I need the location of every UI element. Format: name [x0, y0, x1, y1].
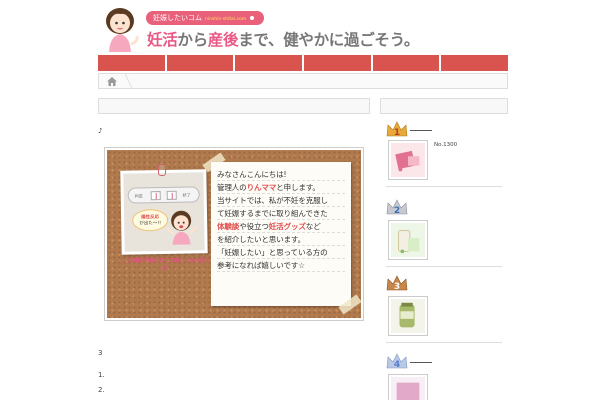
section-number: 3	[98, 349, 103, 357]
stick-label-right: 終了	[182, 192, 191, 198]
mascot-logo-icon[interactable]	[98, 4, 144, 54]
crown-rank-3-icon: 3	[386, 275, 408, 292]
list-item: 2.	[98, 386, 105, 394]
greeting-line: て妊娠するまでに取り組んできた	[217, 207, 345, 220]
tagline-part-1: 妊活	[147, 31, 178, 49]
photo-caption: この結果が出るまでの道のりが大変でした…	[121, 258, 211, 271]
greeting-line: 体験談や役立つ妊活グッズなど	[217, 220, 345, 233]
stick-label-left: 判定	[134, 193, 143, 199]
svg-text:2: 2	[394, 206, 400, 216]
pregnancy-test-stick-icon: 判定 終了	[127, 186, 200, 204]
crown-rank-1-icon: 1	[386, 121, 408, 138]
rank-title-line	[410, 362, 432, 363]
sidebar-divider	[386, 342, 502, 343]
crown-rank-2-icon: 2	[386, 199, 408, 216]
greeting-line: 当サイトでは、私が不妊を克服し	[217, 194, 345, 207]
greeting-line: 「妊娠したい」と思っている方の	[217, 246, 345, 259]
home-icon[interactable]	[107, 77, 117, 86]
svg-text:3: 3	[394, 282, 400, 292]
sidebar-divider	[386, 186, 502, 187]
bubble-line-1: 陽性反応	[141, 215, 160, 221]
tagline-part-4: まで、健やかに過ごそう。	[238, 31, 420, 49]
nav-tab-3[interactable]	[235, 55, 305, 71]
product-thumbnail[interactable]	[388, 140, 428, 180]
nav-tab-4[interactable]	[304, 55, 373, 71]
nav-tab-2[interactable]	[166, 55, 236, 71]
product-thumbnail[interactable]	[388, 296, 428, 336]
svg-text:4: 4	[394, 360, 400, 370]
badge-dot-icon	[250, 16, 255, 20]
note-mark: ♪	[98, 127, 103, 135]
post-title-bar	[98, 98, 370, 114]
crown-rank-4-icon: 4	[386, 353, 408, 370]
main-nav	[98, 55, 509, 71]
site-tagline: 妊活から産後まで、健やかに過ごそう。	[147, 28, 419, 50]
greeting-note: みなさんこんにちは! 管理人のりんママと申します。 当サイトでは、私が不妊を克服…	[211, 162, 351, 306]
mascot-cheering-icon	[166, 210, 198, 245]
breadcrumb	[98, 73, 508, 89]
rank-title-line	[410, 130, 432, 131]
pregnancy-test-photo: 判定 終了 陽性反応 が出た〜!!	[120, 169, 208, 255]
svg-text:1: 1	[394, 128, 400, 138]
hero-image: 判定 終了 陽性反応 が出た〜!! この結果が出るまでの道のりが大変でした… み…	[104, 147, 364, 321]
product-thumbnail[interactable]	[388, 374, 428, 400]
nav-tab-5[interactable]	[372, 55, 442, 71]
product-thumbnail[interactable]	[388, 220, 428, 260]
nav-tab-1[interactable]	[98, 55, 167, 71]
nav-tab-6[interactable]	[441, 55, 509, 71]
sidebar-title-bar	[380, 98, 508, 114]
bubble-line-2: が出た〜!!	[139, 221, 162, 227]
corkboard-background: 判定 終了 陽性反応 が出た〜!! この結果が出るまでの道のりが大変でした… み…	[107, 150, 361, 318]
speech-bubble: 陽性反応 が出た〜!!	[131, 208, 169, 232]
greeting-line: みなさんこんにちは!	[217, 168, 345, 181]
tagline-part-3: 産後	[207, 31, 239, 49]
sidebar-divider	[386, 266, 502, 267]
greeting-line: を紹介したいと思います。	[217, 233, 345, 246]
site-url: ninshin-shitai.com	[205, 17, 247, 22]
site-name-badge[interactable]: 妊娠したいコム ninshin-shitai.com	[146, 11, 264, 25]
product-code: No.1300	[434, 142, 458, 148]
list-item: 1.	[98, 371, 105, 379]
breadcrumb-separator	[117, 74, 133, 88]
greeting-line: 管理人のりんママと申します。	[217, 181, 345, 194]
paper-clip-icon	[158, 164, 166, 176]
greeting-line: 参考になれば嬉しいです☆	[217, 259, 345, 272]
tagline-part-2: から	[177, 31, 208, 49]
site-name-text: 妊娠したいコム	[153, 14, 202, 22]
